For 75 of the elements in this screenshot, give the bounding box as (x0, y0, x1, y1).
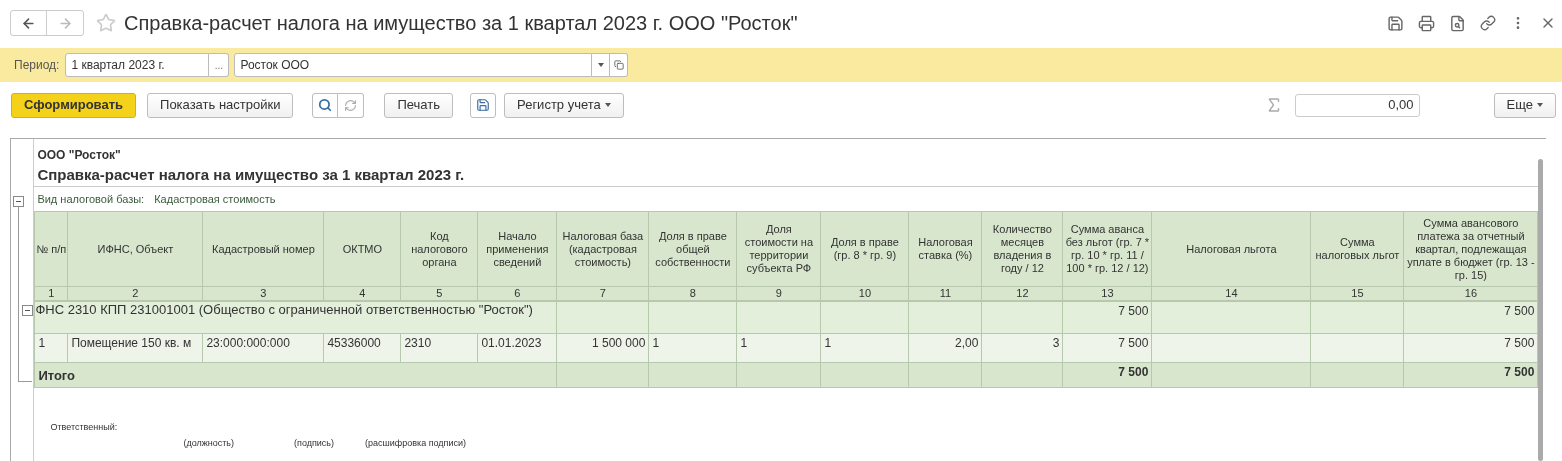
column-header: Количество месяцев владения в году / 12 (981, 211, 1063, 287)
column-header: ИФНС, Объект (67, 211, 203, 287)
table-cell: 7 500 (1403, 333, 1538, 363)
total-label: Итого (38, 368, 76, 383)
generate-button[interactable]: Сформировать (11, 92, 137, 118)
table-cell: 7 500 (1062, 362, 1152, 388)
table-cell: 1 500 000 (556, 333, 649, 363)
caret-icon (604, 103, 611, 107)
dropdown-button[interactable] (592, 53, 611, 77)
column-header: Сумма авансового платежа за отчетный квартал, подлежащая уплате в бюджет (гр. 13 - гр. 15) (1403, 211, 1538, 287)
column-header: Кадастровый номер (202, 211, 324, 287)
link-icon[interactable] (1480, 15, 1496, 31)
sum-field[interactable]: 0,00 (1294, 93, 1420, 117)
caret-icon (597, 63, 604, 67)
table-cell: 1 (648, 333, 737, 363)
column-header: Сумма аванса без льгот (гр. 7 * гр. 10 * гр. 11 / 100 * гр. 12 / 12) (1062, 211, 1152, 287)
show-settings-button[interactable]: Показать настройки (147, 92, 294, 118)
table-cell: 1 (736, 333, 821, 363)
organization-field[interactable]: Росток ООО (234, 53, 593, 77)
period-select-button[interactable]: ... (209, 53, 230, 77)
column-header: Налоговая база (кадастровая стоимость) (556, 211, 649, 287)
table-cell: 23:000:000:000 (202, 333, 324, 363)
table-cell: 7 500 (1403, 300, 1538, 334)
table-cell: 3 (981, 333, 1063, 363)
column-header: Начало применения сведений (477, 211, 557, 287)
table-cell: 01.01.2023 (477, 333, 557, 363)
signature-caption: (подпись) (294, 438, 335, 449)
period-label: Период: (14, 57, 60, 74)
save-icon[interactable] (1387, 14, 1404, 32)
table-cell: 2,00 (908, 333, 982, 363)
caret-icon (1537, 103, 1543, 107)
position-caption: (должность) (183, 438, 234, 449)
search-icon (318, 98, 333, 112)
save-icon (476, 98, 491, 112)
arrow-left-icon (21, 15, 36, 31)
table-cell: 1 (34, 333, 68, 363)
search-button[interactable] (312, 92, 339, 118)
preview-icon[interactable] (1449, 14, 1466, 32)
period-field[interactable]: 1 квартал 2023 г. (65, 53, 210, 77)
table-cell: 45336000 (323, 333, 401, 363)
copy-icon (613, 60, 624, 70)
column-header: Сумма налоговых льгот (1310, 211, 1404, 287)
column-header: Доля в праве общей собственности (648, 211, 737, 287)
window-title: Справка-расчет налога на имущество за 1 квартал 2023 г. ООО "Росток" (124, 11, 798, 36)
tax-base-value: Кадастровая стоимость (154, 191, 276, 207)
favorite-star-icon[interactable] (96, 13, 116, 33)
table-cell: 2310 (400, 333, 478, 363)
column-header: Налоговая льгота (1151, 211, 1311, 287)
register-button[interactable]: Регистр учета (504, 92, 624, 118)
print-icon[interactable] (1418, 14, 1435, 32)
table-cell: 7 500 (1062, 300, 1152, 334)
collapse-icon[interactable] (13, 196, 24, 207)
column-header: № п/п (34, 211, 68, 287)
table-cell: 1 (820, 333, 909, 363)
responsible-label: Ответственный: (50, 422, 119, 433)
scrollbar[interactable] (1538, 159, 1543, 461)
refresh-icon (344, 98, 358, 112)
column-header: ОКТМО (323, 211, 401, 287)
print-button[interactable]: Печать (384, 92, 454, 118)
organization-name: ООО "Росток" (37, 147, 122, 164)
column-header: Код налогового органа (400, 211, 478, 287)
open-button[interactable] (610, 53, 629, 77)
group-label: ФНС 2310 КПП 231001001 (Общество с ограниченной ответственностью "Росток") (35, 301, 533, 318)
more-button[interactable]: Еще (1493, 92, 1556, 118)
collapse-icon[interactable] (22, 304, 34, 316)
save-button[interactable] (470, 92, 497, 118)
table-cell: 7 500 (1403, 362, 1538, 388)
report-title: Справка-расчет налога на имущество за 1 квартал 2023 г. (37, 165, 466, 185)
table-cell: Помещение 150 кв. м (67, 333, 203, 363)
signature-decoding-caption: (расшифровка подписи) (365, 438, 466, 449)
column-header: Налоговая ставка (%) (908, 211, 982, 287)
tax-base-label: Вид налоговой базы: (37, 191, 145, 207)
column-header: Доля в праве (гр. 8 * гр. 9) (820, 211, 909, 287)
table-cell: 7 500 (1062, 333, 1152, 363)
column-header: Доля стоимости на территории субъекта РФ (736, 211, 821, 287)
